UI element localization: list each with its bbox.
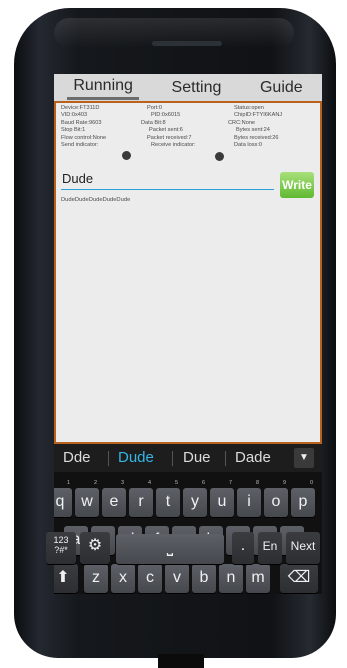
suggestion-4[interactable]: Dade xyxy=(235,449,271,466)
key-c[interactable]: c xyxy=(138,564,162,593)
receive-indicator-light xyxy=(215,152,224,161)
crc-label: CRC:None xyxy=(228,119,256,126)
bytes-received-label: Bytes received:26 xyxy=(234,134,279,141)
key-w[interactable]: 2w xyxy=(75,480,99,517)
earpiece-speaker xyxy=(152,41,222,46)
tab-running[interactable]: Running xyxy=(67,75,139,100)
backspace-icon: ⌫ xyxy=(287,569,311,586)
backspace-key[interactable]: ⌫ xyxy=(280,564,318,593)
received-text: DudeDudeDudeDudeDude xyxy=(61,197,131,203)
write-button[interactable]: Write xyxy=(280,172,314,198)
info-column-1: Device:FT311D VID:0x403 Baud Rate:9603 S… xyxy=(61,105,106,149)
chipid-label: ChipID:FTYI6KANJ xyxy=(234,112,283,119)
space-key[interactable]: ⎵ xyxy=(116,534,224,564)
suggestion-1[interactable]: Dde xyxy=(63,449,91,466)
suggestion-3[interactable]: Due xyxy=(183,449,211,466)
info-column-3: Status:open ChipID:FTYI6KANJ CRC:None By… xyxy=(228,105,282,149)
send-indicator-label: Send indicator: xyxy=(61,142,99,149)
key-y[interactable]: 6y xyxy=(183,480,207,517)
key-b[interactable]: b xyxy=(192,564,216,593)
send-indicator-light xyxy=(122,151,131,160)
shift-key[interactable]: ⬆ xyxy=(54,564,78,593)
device-label: Device:FT311D xyxy=(61,105,100,111)
gear-icon: ⚙ xyxy=(87,537,103,554)
key-n[interactable]: n xyxy=(219,564,243,593)
flow-control-label: Flow control:None xyxy=(61,134,107,141)
receive-indicator-label: Receive indicator: xyxy=(151,142,196,149)
key-r[interactable]: 4r xyxy=(129,480,153,517)
key-q[interactable]: 1q xyxy=(54,480,72,517)
symbols-key[interactable]: 123 ?#* xyxy=(46,532,76,564)
databit-label: Data Bit:8 xyxy=(141,119,166,126)
suggestion-2[interactable]: Dude xyxy=(118,449,154,466)
period-key[interactable]: . xyxy=(232,532,254,564)
vid-label: VID:0x403 xyxy=(61,112,88,119)
suggestion-divider xyxy=(225,451,226,466)
tab-setting[interactable]: Setting xyxy=(166,77,228,99)
key-z[interactable]: z xyxy=(84,564,108,593)
key-v[interactable]: v xyxy=(165,564,189,593)
stop-bit-label: Stop Bit:1 xyxy=(61,127,86,134)
tab-bar: Running Setting Guide xyxy=(54,74,322,101)
key-m[interactable]: m xyxy=(246,564,270,593)
bytes-sent-label: Bytes sent:24 xyxy=(236,127,270,134)
key-o[interactable]: 9o xyxy=(264,480,288,517)
space-bar-icon: ⎵ xyxy=(166,539,174,556)
chevron-down-icon[interactable]: ▼ xyxy=(294,448,314,468)
language-key[interactable]: En xyxy=(258,532,282,564)
suggestion-bar: Dde Dude Due Dade ▼ xyxy=(54,444,322,472)
settings-key[interactable]: ⚙ xyxy=(80,532,110,564)
pid-label: PID:0x6015 xyxy=(151,112,181,119)
suggestion-divider xyxy=(108,451,109,466)
shift-arrow-icon: ⬆ xyxy=(56,569,70,586)
running-panel: Device:FT311D VID:0x403 Baud Rate:9603 S… xyxy=(54,101,322,444)
data-loss-label: Data loss:0 xyxy=(234,142,262,149)
key-u[interactable]: 7u xyxy=(210,480,234,517)
baud-label: Baud Rate:9603 xyxy=(61,119,102,126)
key-e[interactable]: 3e xyxy=(102,480,126,517)
tab-guide[interactable]: Guide xyxy=(254,77,309,99)
usb-cable xyxy=(158,654,204,668)
key-x[interactable]: x xyxy=(111,564,135,593)
write-input[interactable]: Dude xyxy=(61,169,274,190)
suggestion-divider xyxy=(172,451,173,466)
port-label: Port:0 xyxy=(147,105,162,111)
info-column-2: Port:0 PID:0x6015 Data Bit:8 Packet sent… xyxy=(141,105,195,149)
key-t[interactable]: 5t xyxy=(156,480,180,517)
app-screen: Running Setting Guide Device:FT311D VID:… xyxy=(54,74,322,594)
key-i[interactable]: 8i xyxy=(237,480,261,517)
status-label: Status:open xyxy=(234,105,264,111)
packet-sent-label: Packet sent:6 xyxy=(149,127,183,134)
key-p[interactable]: 0p xyxy=(291,480,315,517)
packet-received-label: Packet received:7 xyxy=(147,134,192,141)
next-key[interactable]: Next xyxy=(286,532,320,564)
